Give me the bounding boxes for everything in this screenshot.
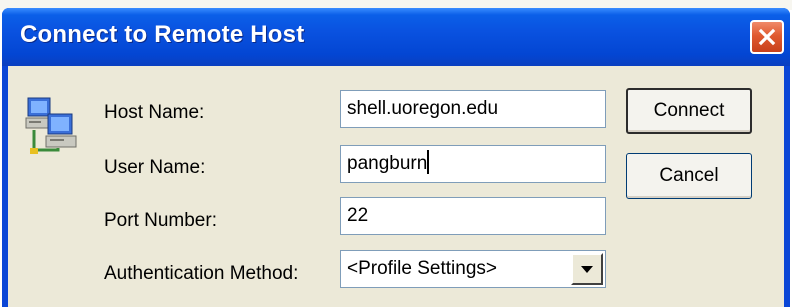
port-number-value: 22 [347, 205, 369, 226]
user-name-value: pangburn [347, 153, 428, 174]
chevron-down-icon [581, 266, 593, 273]
window-title: Connect to Remote Host [20, 21, 305, 48]
title-bar[interactable]: Connect to Remote Host [2, 8, 790, 66]
port-number-input[interactable]: 22 [340, 197, 606, 235]
host-name-value: shell.uoregon.edu [347, 98, 499, 119]
connect-button[interactable]: Connect [626, 88, 752, 134]
user-name-label: User Name: [104, 157, 206, 178]
networked-computers-icon [25, 97, 77, 154]
host-name-input[interactable]: shell.uoregon.edu [340, 90, 606, 128]
auth-method-label: Authentication Method: [104, 263, 299, 284]
text-caret [427, 150, 430, 174]
close-button[interactable] [750, 20, 784, 54]
close-icon [758, 28, 776, 46]
host-name-label: Host Name: [104, 102, 205, 123]
auth-dropdown-button[interactable] [571, 253, 603, 285]
auth-method-value: <Profile Settings> [347, 258, 497, 279]
port-number-label: Port Number: [104, 210, 217, 231]
user-name-input[interactable]: pangburn [340, 145, 606, 183]
connect-dialog: Connect to Remote Host Host Name: shell.… [2, 8, 790, 307]
cancel-button[interactable]: Cancel [626, 153, 752, 199]
dialog-body: Host Name: shell.uoregon.edu User Name: … [8, 66, 784, 307]
auth-method-select[interactable]: <Profile Settings> [340, 250, 606, 288]
